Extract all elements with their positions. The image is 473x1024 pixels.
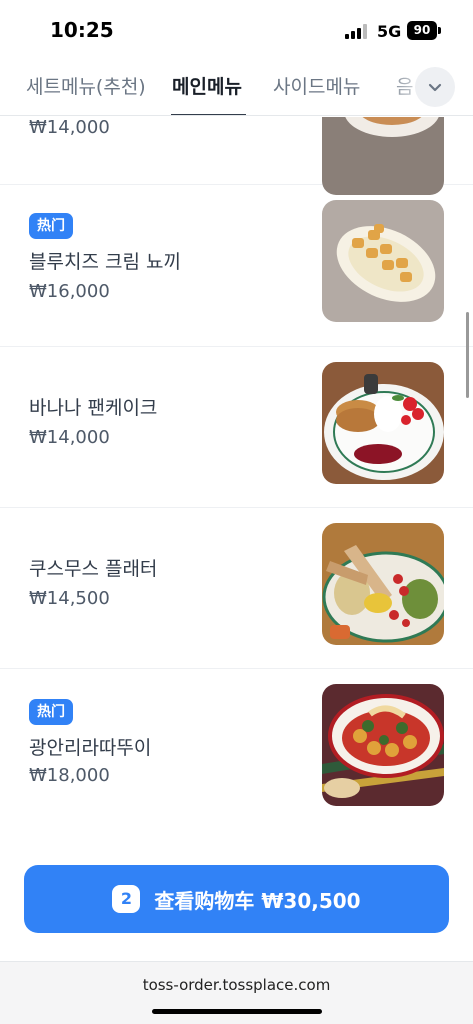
item-name: 블루치즈 크림 뇨끼 <box>29 251 181 273</box>
menu-item[interactable]: ₩14,000 <box>0 117 473 195</box>
cart-label: 查看购物车 ₩30,500 <box>154 888 361 913</box>
popular-badge: 热门 <box>29 699 73 725</box>
item-name: 광안리라따뚜이 <box>29 737 152 759</box>
menu-item[interactable]: 热门 광안리라따뚜이 ₩18,000 <box>0 669 473 841</box>
item-price: ₩18,000 <box>29 765 110 786</box>
pancake-image <box>322 362 444 484</box>
cart-count-badge: 2 <box>112 885 141 913</box>
status-time: 10:25 <box>50 18 114 42</box>
menu-item[interactable]: 热门 블루치즈 크림 뇨끼 ₩16,000 <box>0 185 473 347</box>
item-price: ₩16,000 <box>29 281 110 302</box>
expand-tabs-button[interactable] <box>415 67 455 107</box>
item-name: 바나나 팬케이크 <box>29 397 158 419</box>
category-tabs: 세트메뉴(추천) 메인메뉴 사이드메뉴 음 <box>0 62 473 116</box>
battery-icon: 90 <box>407 21 437 40</box>
signal-icon <box>345 24 369 39</box>
popular-badge: 热门 <box>29 213 73 239</box>
gnocchi-image <box>322 200 444 322</box>
home-indicator[interactable] <box>152 1009 322 1014</box>
status-bar: 10:25 5G 90 <box>0 0 473 62</box>
active-tab-indicator <box>171 114 246 115</box>
tab-side-menu[interactable]: 사이드메뉴 <box>273 72 360 99</box>
network-type: 5G <box>377 22 402 41</box>
menu-item[interactable]: 쿠스무스 플래터 ₩14,500 <box>0 508 473 669</box>
url-text: toss-order.tossplace.com <box>142 976 331 994</box>
item-price: ₩14,500 <box>29 588 110 609</box>
cart-area: 2 查看购物车 ₩30,500 <box>0 841 473 961</box>
tab-set-menu[interactable]: 세트메뉴(추천) <box>26 72 146 99</box>
battery-tip <box>438 27 441 34</box>
scrollbar[interactable] <box>466 312 469 398</box>
view-cart-button[interactable]: 2 查看购物车 ₩30,500 <box>24 865 449 933</box>
tab-main-menu[interactable]: 메인메뉴 <box>172 72 242 99</box>
item-name: 쿠스무스 플래터 <box>29 558 158 580</box>
ratatouille-image <box>322 684 444 806</box>
browser-url-bar[interactable]: toss-order.tossplace.com <box>0 961 473 1024</box>
item-price: ₩14,000 <box>29 427 110 448</box>
menu-list: ₩14,000 热门 블루치즈 크림 뇨끼 ₩16,000 바나나 팬케이크 ₩… <box>0 117 473 841</box>
chevron-down-icon <box>428 83 442 92</box>
dish-plate-image <box>322 117 444 195</box>
menu-item[interactable]: 바나나 팬케이크 ₩14,000 <box>0 347 473 508</box>
item-price: ₩14,000 <box>29 117 110 138</box>
platter-image <box>322 523 444 645</box>
